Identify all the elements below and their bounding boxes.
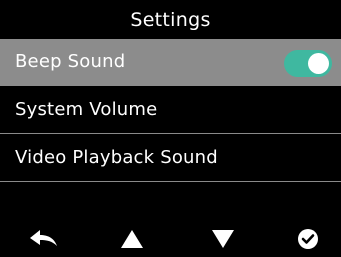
menu-item-label: System Volume	[15, 99, 158, 120]
bottom-nav-bar	[0, 220, 341, 257]
up-triangle-icon	[121, 229, 143, 248]
beep-sound-toggle[interactable]	[284, 50, 332, 77]
menu-item-label: Video Playback Sound	[15, 147, 218, 168]
toggle-knob	[308, 53, 329, 74]
menu-item-beep-sound[interactable]: Beep Sound	[0, 39, 341, 86]
down-triangle-icon	[212, 229, 234, 248]
page-title: Settings	[130, 9, 211, 31]
menu-item-label: Beep Sound	[15, 51, 126, 72]
back-arrow-icon	[30, 229, 57, 246]
menu-item-system-volume[interactable]: System Volume	[0, 86, 341, 134]
menu-item-video-playback-sound[interactable]: Video Playback Sound	[0, 134, 341, 182]
up-button[interactable]	[110, 220, 154, 257]
confirm-check-icon	[298, 228, 318, 249]
down-button[interactable]	[201, 220, 245, 257]
back-button[interactable]	[22, 220, 66, 257]
confirm-button[interactable]	[286, 220, 330, 257]
settings-screen: Settings Beep Sound System Volume Video …	[0, 0, 341, 257]
